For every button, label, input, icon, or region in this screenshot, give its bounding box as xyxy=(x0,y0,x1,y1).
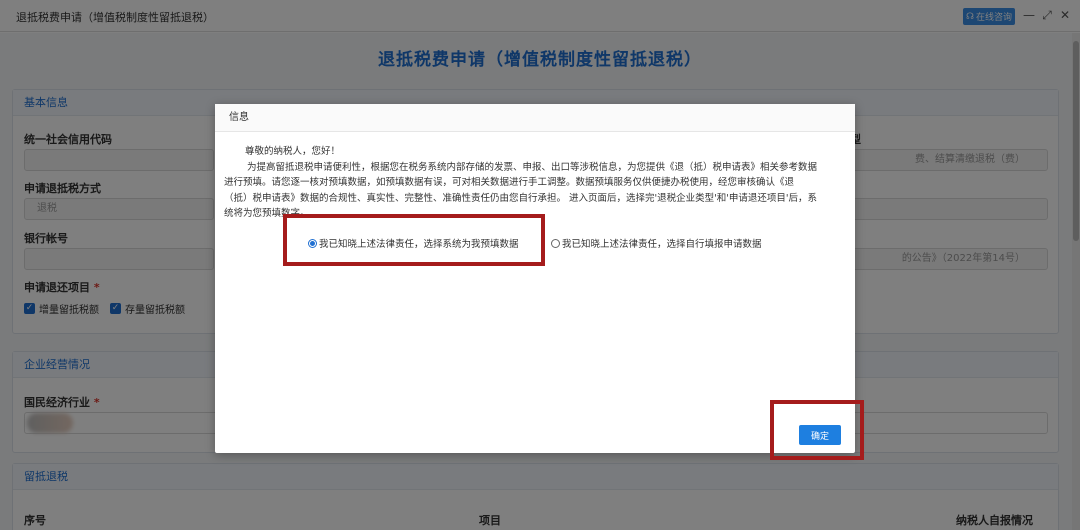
dialog-line-1: 为提高留抵退税申请便利性，根据您在税务系统内部存储的发票、申报、出口等涉税信息，… xyxy=(247,161,818,173)
dialog-title: 信息 xyxy=(215,104,855,132)
highlight-box-option xyxy=(283,214,545,266)
dialog-greeting: 尊敬的纳税人，您好！ xyxy=(245,146,341,157)
highlight-box-ok xyxy=(770,400,864,460)
radio-unselected-icon xyxy=(551,238,560,248)
dialog-line-2: 进行预填。请您逐一核对预填数据，如预填数据有误，可对相关数据进行手工调整。数据预… xyxy=(224,177,795,188)
info-dialog: 信息 尊敬的纳税人，您好！ 为提高留抵退税申请便利性，根据您在税务系统内部存储的… xyxy=(215,104,855,453)
dialog-line-3: （抵）税申请表》数据的合规性、真实性、完整性、准确性责任仍由您自行承担。 进入页… xyxy=(224,192,817,204)
option-self-fill-label: 我已知晓上述法律责任，选择自行填报申请数据 xyxy=(562,239,762,250)
option-self-fill[interactable]: 我已知晓上述法律责任，选择自行填报申请数据 xyxy=(551,236,762,250)
dialog-message: 尊敬的纳税人，您好！ 为提高留抵退税申请便利性，根据您在税务系统内部存储的发票、… xyxy=(224,144,848,222)
